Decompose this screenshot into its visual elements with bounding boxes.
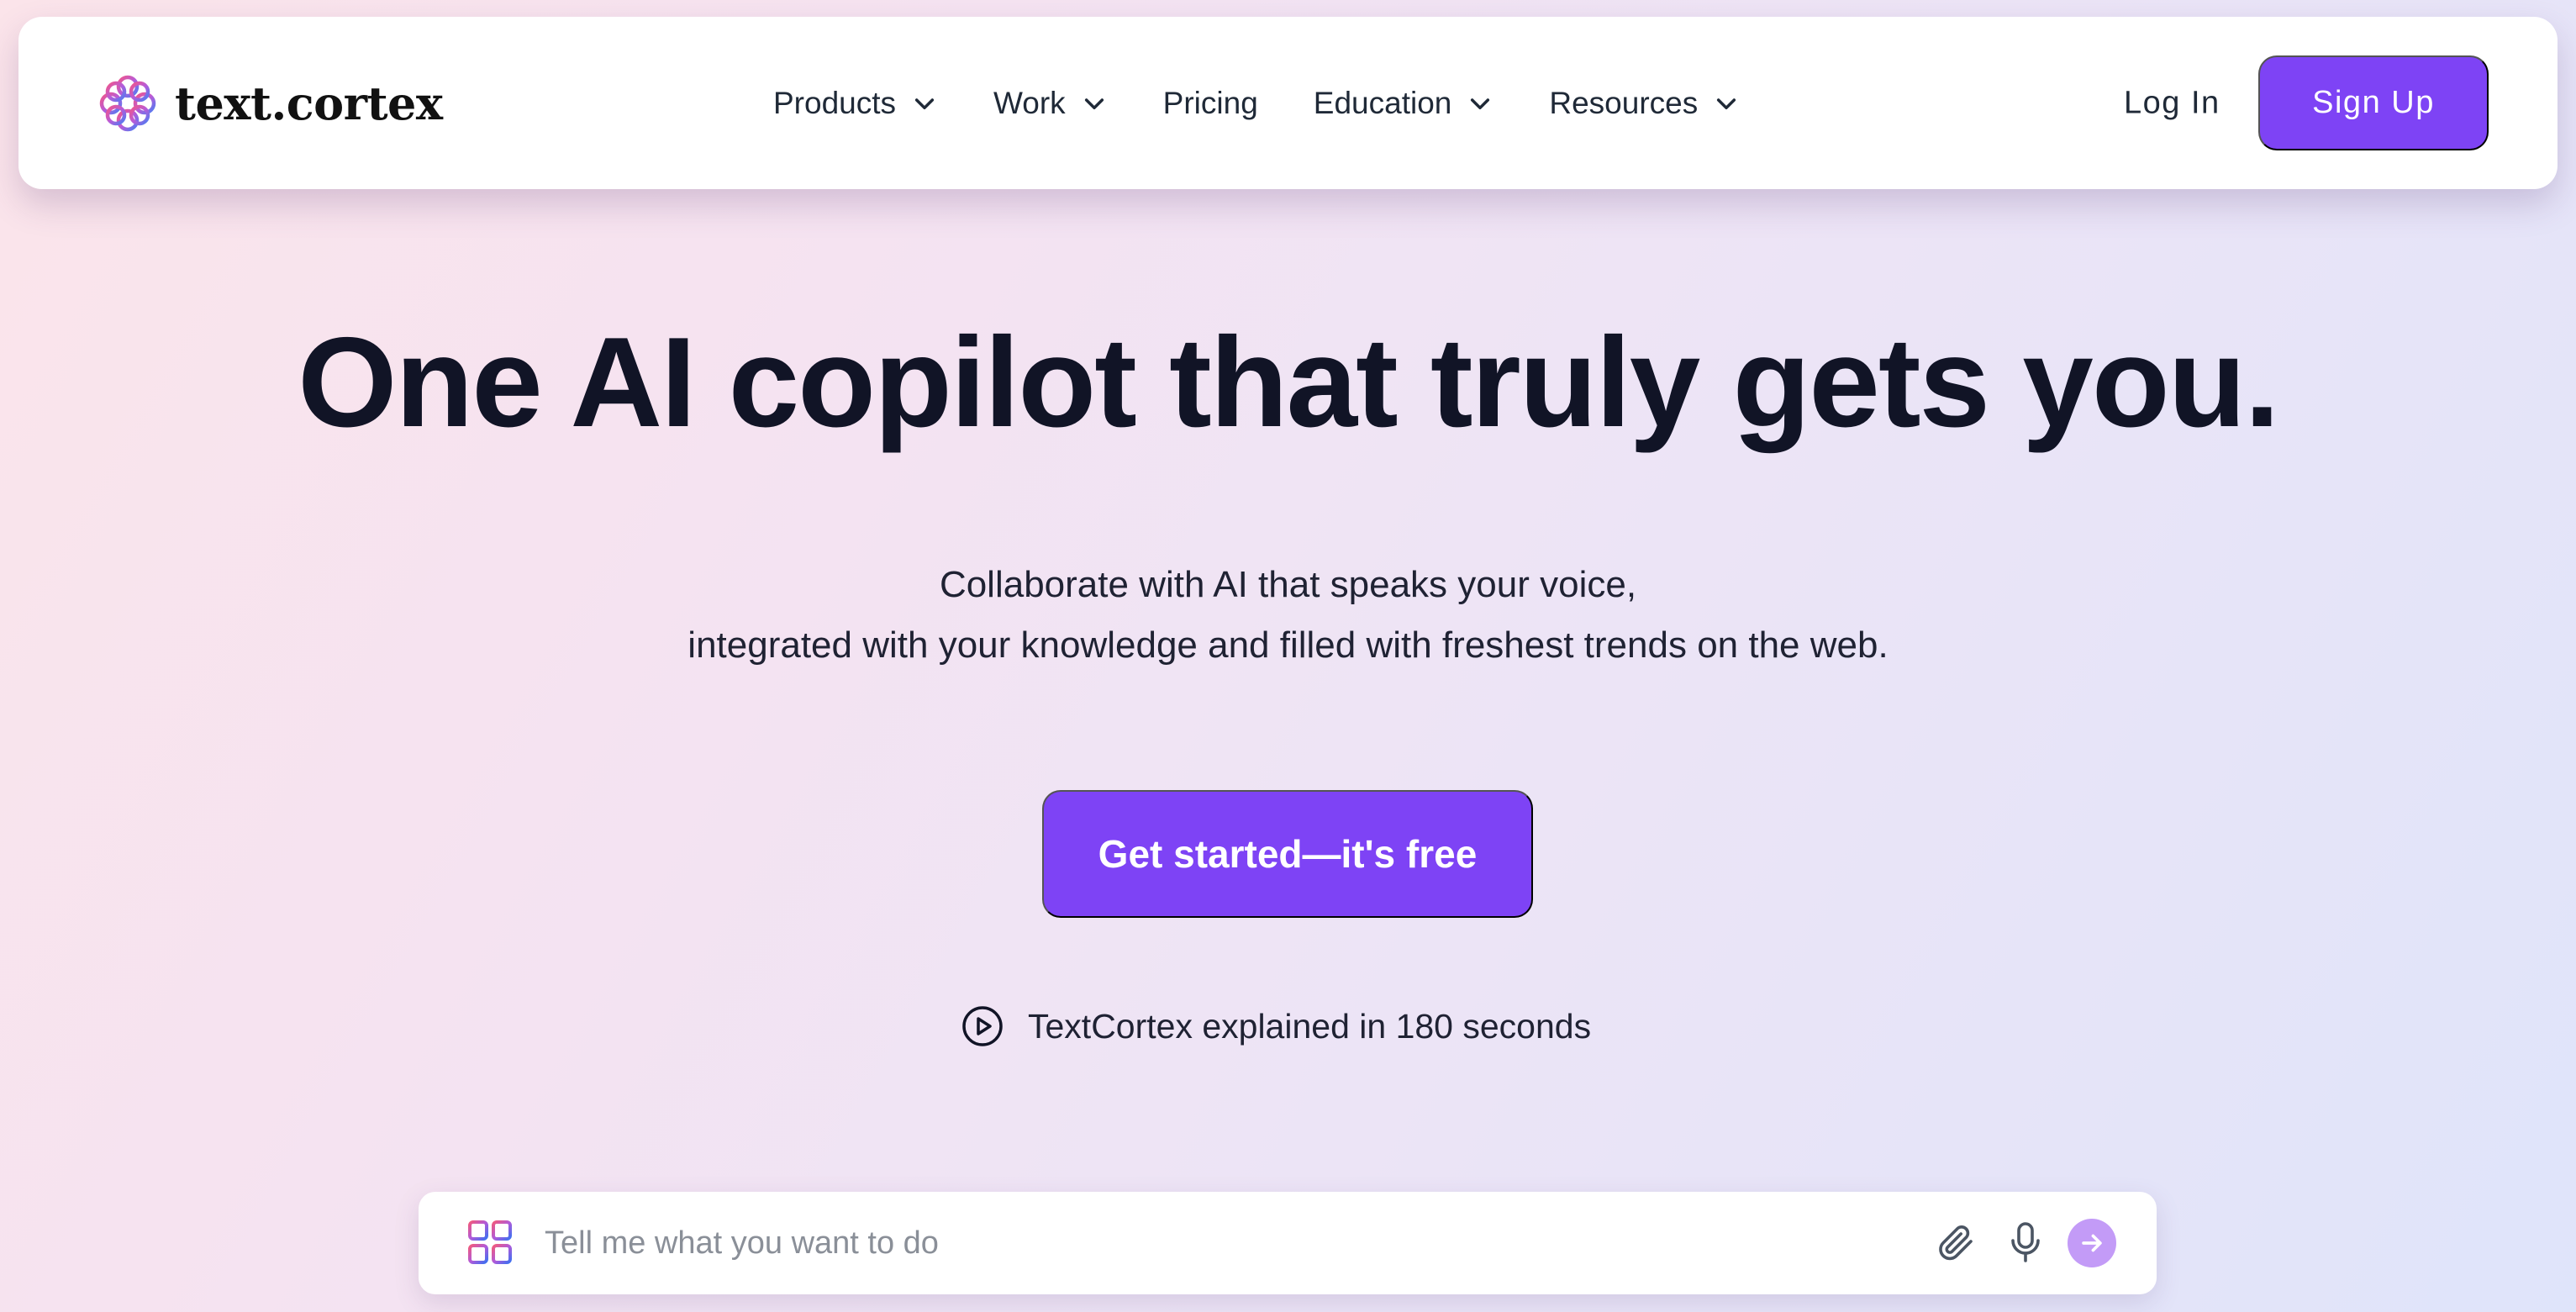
brand-name: text.cortex: [175, 76, 443, 130]
nav-item-label: Resources: [1549, 85, 1699, 120]
explainer-video-label: TextCortex explained in 180 seconds: [1028, 1006, 1592, 1046]
explainer-video-link[interactable]: TextCortex explained in 180 seconds: [961, 1004, 1591, 1048]
nav-item-work[interactable]: Work: [993, 86, 1108, 121]
hero-subtitle-line-2: integrated with your knowledge and fille…: [687, 624, 1889, 666]
nav-item-label: Education: [1313, 85, 1452, 120]
apps-grid-icon[interactable]: [467, 1220, 513, 1265]
hero-headline: One AI copilot that truly gets you.: [298, 311, 2280, 454]
nav-item-education[interactable]: Education: [1314, 86, 1494, 121]
main-nav: Products Work Pricing Education Resource…: [773, 86, 1795, 121]
microphone-icon[interactable]: [2005, 1220, 2046, 1264]
paperclip-icon[interactable]: [1936, 1222, 1976, 1262]
nav-item-label: Products: [773, 85, 897, 120]
play-circle-icon: [961, 1004, 1004, 1048]
hero-subtitle-line-1: Collaborate with AI that speaks your voi…: [939, 564, 1637, 605]
nav-item-label: Pricing: [1162, 85, 1258, 120]
get-started-button[interactable]: Get started—it's free: [1042, 790, 1533, 918]
login-link[interactable]: Log In: [2124, 85, 2220, 121]
nav-item-resources[interactable]: Resources: [1549, 86, 1740, 121]
send-button[interactable]: [2068, 1219, 2116, 1267]
prompt-input[interactable]: [545, 1212, 1805, 1274]
top-navbar: text.cortex Products Work Pricing Educat…: [18, 17, 2558, 189]
brand-logo[interactable]: text.cortex: [94, 70, 443, 137]
nav-item-products[interactable]: Products: [773, 86, 938, 121]
chevron-down-icon: [1713, 90, 1740, 117]
chevron-down-icon: [911, 90, 938, 117]
hero-subtitle: Collaborate with AI that speaks your voi…: [0, 555, 2576, 676]
chevron-down-icon: [1081, 90, 1108, 117]
nav-item-pricing[interactable]: Pricing: [1163, 86, 1258, 121]
chevron-down-icon: [1467, 90, 1493, 117]
signup-button[interactable]: Sign Up: [2258, 55, 2489, 150]
arrow-right-icon: [2078, 1229, 2106, 1257]
nav-item-label: Work: [993, 85, 1066, 120]
flower-logo-icon: [94, 70, 161, 137]
prompt-bar: [419, 1192, 2157, 1294]
